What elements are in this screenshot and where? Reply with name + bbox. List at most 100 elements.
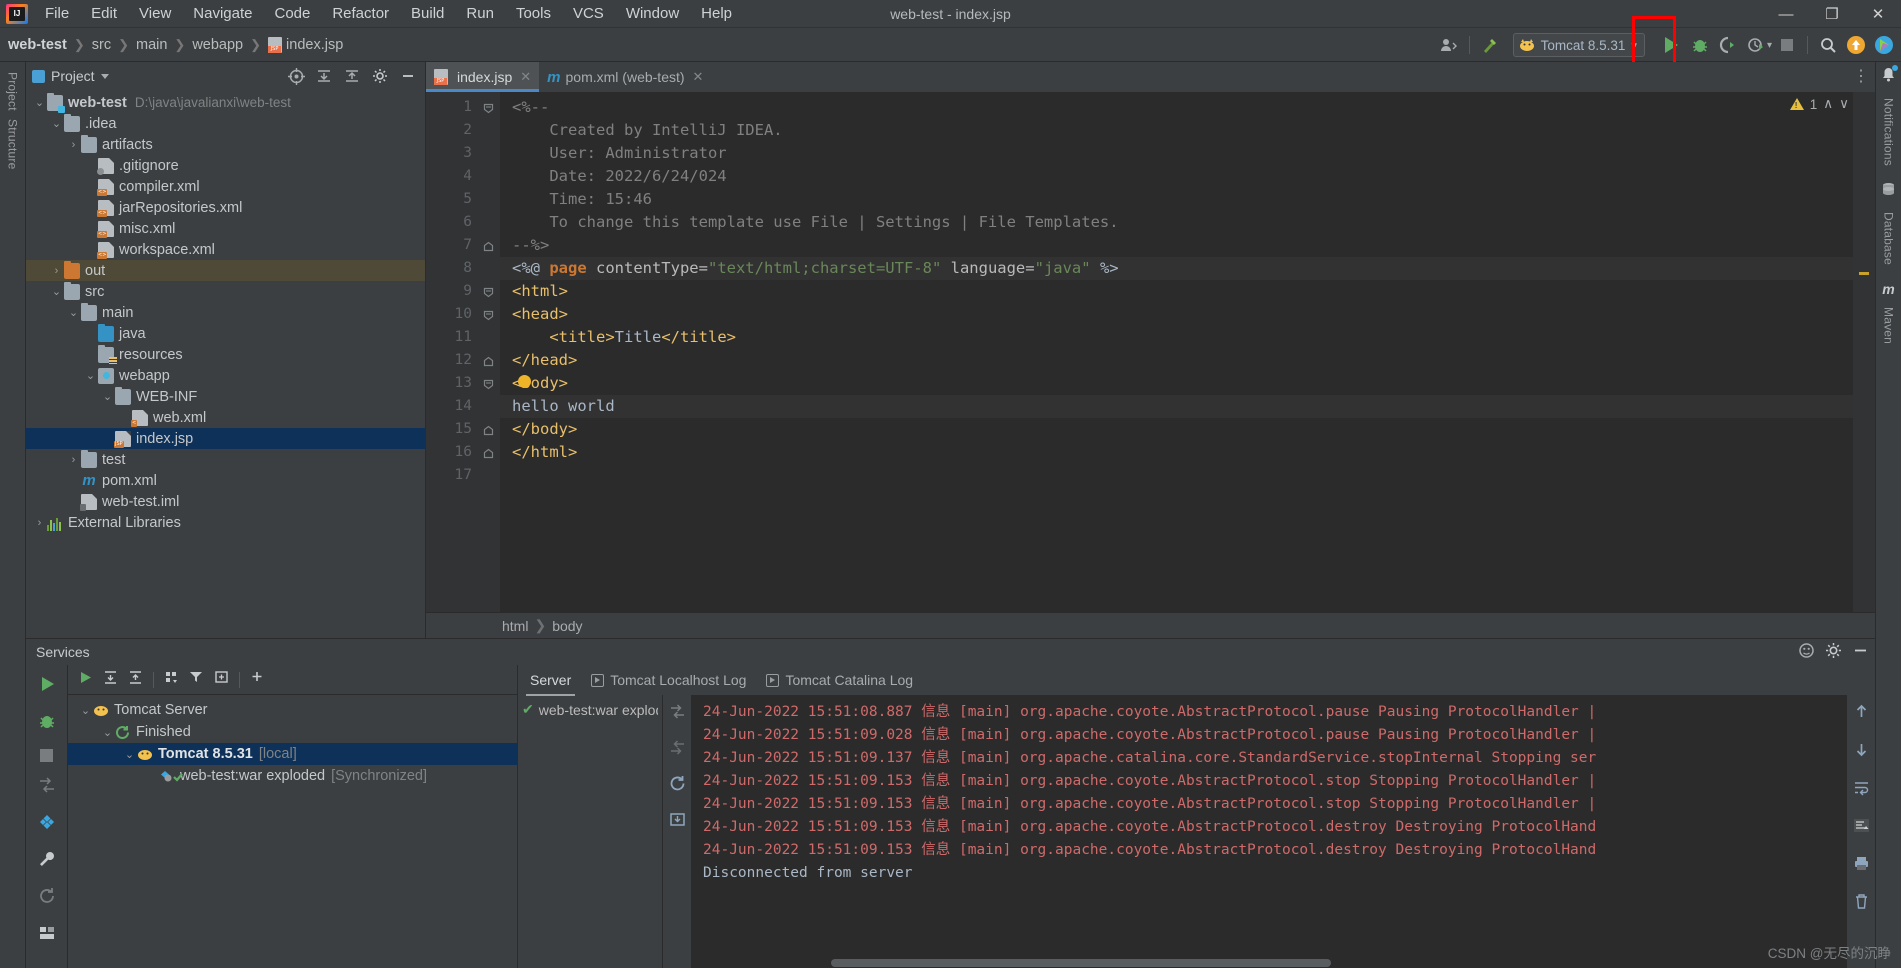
services-tree-row[interactable]: ⌄ Finished — [68, 721, 517, 743]
update-project-button[interactable] — [1843, 32, 1869, 58]
expand-all-icon[interactable] — [103, 670, 118, 690]
breadcrumb-item-web-test[interactable]: web-test — [4, 35, 71, 55]
code-line[interactable]: --%> — [512, 234, 549, 257]
menu-item-code[interactable]: Code — [263, 2, 321, 25]
export-icon[interactable] — [669, 811, 686, 833]
tree-twisty-icon[interactable]: › — [66, 139, 81, 151]
menu-item-refactor[interactable]: Refactor — [321, 2, 400, 25]
project-tree-row[interactable]: <> jarRepositories.xml — [26, 197, 425, 218]
project-tree-row[interactable]: <> misc.xml — [26, 218, 425, 239]
inspection-widget[interactable]: 1 ∧ ∨ — [1789, 96, 1849, 112]
chevron-down-icon[interactable]: ▾ — [1767, 40, 1772, 51]
menu-item-build[interactable]: Build — [400, 2, 455, 25]
help-icon[interactable] — [1798, 642, 1815, 662]
next-problem-icon[interactable]: ∨ — [1839, 96, 1849, 112]
code-line[interactable]: </body> — [512, 418, 577, 441]
code-line[interactable]: Created by IntelliJ IDEA. — [512, 119, 782, 142]
menu-item-edit[interactable]: Edit — [80, 2, 128, 25]
collapse-all-icon[interactable] — [339, 63, 365, 89]
filter-icon[interactable] — [189, 670, 204, 690]
fold-expand-icon[interactable] — [483, 377, 494, 390]
console-tab-tomcat-catalina-log[interactable]: Tomcat Catalina Log — [764, 668, 915, 692]
rerun-failed-icon[interactable] — [669, 703, 686, 725]
tree-twisty-icon[interactable]: ⌄ — [100, 726, 115, 739]
group-icon[interactable] — [164, 670, 179, 690]
project-tree-row[interactable]: <> workspace.xml — [26, 239, 425, 260]
stop-button[interactable] — [1774, 32, 1800, 58]
build-icon[interactable] — [1477, 32, 1503, 58]
intention-bulb-icon[interactable] — [518, 375, 531, 388]
close-icon[interactable]: ✕ — [693, 69, 704, 85]
wrench-icon[interactable] — [38, 850, 56, 873]
tree-twisty-icon[interactable]: › — [49, 265, 64, 277]
tree-twisty-icon[interactable]: ⌄ — [49, 285, 64, 298]
project-tree-row[interactable]: .gitignore — [26, 155, 425, 176]
project-tree-row[interactable]: ⌄ webapp — [26, 365, 425, 386]
console-run-item[interactable]: ✔ web-test:war explod — [522, 701, 658, 718]
editor-tab-index-jsp[interactable]: index.jsp ✕ — [426, 62, 540, 92]
maximize-button[interactable]: ❐ — [1809, 0, 1855, 28]
close-button[interactable]: ✕ — [1855, 0, 1901, 28]
code-line[interactable]: To change this template use File | Setti… — [512, 211, 1118, 234]
project-tree-row[interactable]: JSP index.jsp — [26, 428, 425, 449]
profiler-icon[interactable] — [1436, 32, 1462, 58]
gear-icon[interactable] — [367, 63, 393, 89]
project-tree-row[interactable]: › out — [26, 260, 425, 281]
code-line[interactable]: Date: 2022/6/24/024 — [512, 165, 726, 188]
code-line[interactable]: <%@ page contentType="text/html;charset=… — [512, 257, 1119, 280]
project-tool-window-title[interactable]: Project — [32, 68, 109, 84]
breadcrumb-item-webapp[interactable]: webapp — [188, 35, 247, 55]
clear-all-icon[interactable] — [1853, 893, 1870, 915]
breadcrumb-item-index-jsp[interactable]: index.jsp — [264, 35, 347, 55]
tool-window-button-structure[interactable]: Structure — [6, 115, 20, 174]
code-line[interactable]: User: Administrator — [512, 142, 726, 165]
layout-icon[interactable] — [38, 813, 56, 836]
menu-item-navigate[interactable]: Navigate — [182, 2, 263, 25]
breadcrumb-item-main[interactable]: main — [132, 35, 171, 55]
expand-all-icon[interactable] — [311, 63, 337, 89]
collapse-all-icon[interactable] — [128, 670, 143, 690]
menu-item-help[interactable]: Help — [690, 2, 743, 25]
locate-icon[interactable] — [283, 63, 309, 89]
scroll-down-icon[interactable] — [1853, 741, 1870, 763]
back-icon[interactable] — [669, 739, 686, 761]
dashboard-icon[interactable] — [38, 924, 56, 947]
project-tree-row[interactable]: ⌄ WEB-INF — [26, 386, 425, 407]
console-horizontal-scrollbar[interactable] — [691, 958, 1847, 968]
run-configuration-selector[interactable]: Tomcat 8.5.31 ▾ — [1512, 33, 1645, 57]
add-tab-icon[interactable] — [214, 670, 229, 690]
fold-expand-icon[interactable] — [483, 285, 494, 298]
project-tree-row[interactable]: resources — [26, 344, 425, 365]
services-tree-row[interactable]: web-test:war exploded [Synchronized] — [68, 765, 517, 787]
add-icon[interactable] — [250, 670, 265, 690]
search-everywhere-button[interactable] — [1815, 32, 1841, 58]
project-tree-row[interactable]: < web.xml — [26, 407, 425, 428]
fold-end-icon[interactable] — [483, 423, 494, 436]
refresh-icon[interactable] — [38, 887, 56, 910]
menu-item-vcs[interactable]: VCS — [562, 2, 615, 25]
run-with-coverage-button[interactable] — [1715, 32, 1741, 58]
console-output[interactable]: 24-Jun-2022 15:51:08.887 信息 [main] org.a… — [691, 695, 1847, 968]
warning-marker[interactable] — [1859, 272, 1869, 275]
code-line[interactable]: <head> — [512, 303, 568, 326]
tree-twisty-icon[interactable]: ⌄ — [100, 390, 115, 403]
tree-twisty-icon[interactable]: ⌄ — [83, 369, 98, 382]
soft-wrap-icon[interactable] — [1853, 779, 1870, 801]
editor-breadcrumb-html[interactable]: html — [502, 618, 528, 634]
rerun-failed-icon[interactable] — [38, 776, 56, 799]
tree-twisty-icon[interactable]: ⌄ — [49, 117, 64, 130]
refresh-icon[interactable] — [669, 775, 686, 797]
project-tree-row[interactable]: ⌄ web-test D:\java\javalianxi\web-test — [26, 92, 425, 113]
code-line[interactable]: <title>Title</title> — [512, 326, 736, 349]
assistant-button[interactable] — [1871, 32, 1897, 58]
more-options-icon[interactable]: ⋮ — [1853, 69, 1869, 85]
menu-item-file[interactable]: File — [34, 2, 80, 25]
breadcrumb-item-src[interactable]: src — [88, 35, 115, 55]
minimize-button[interactable]: — — [1763, 0, 1809, 28]
profile-button[interactable] — [1743, 32, 1769, 58]
tree-twisty-icon[interactable]: › — [32, 517, 47, 529]
code-line[interactable]: </head> — [512, 349, 577, 372]
editor-breadcrumb-body[interactable]: body — [552, 618, 582, 634]
database-icon[interactable] — [1881, 182, 1896, 202]
project-tree-row[interactable]: › artifacts — [26, 134, 425, 155]
